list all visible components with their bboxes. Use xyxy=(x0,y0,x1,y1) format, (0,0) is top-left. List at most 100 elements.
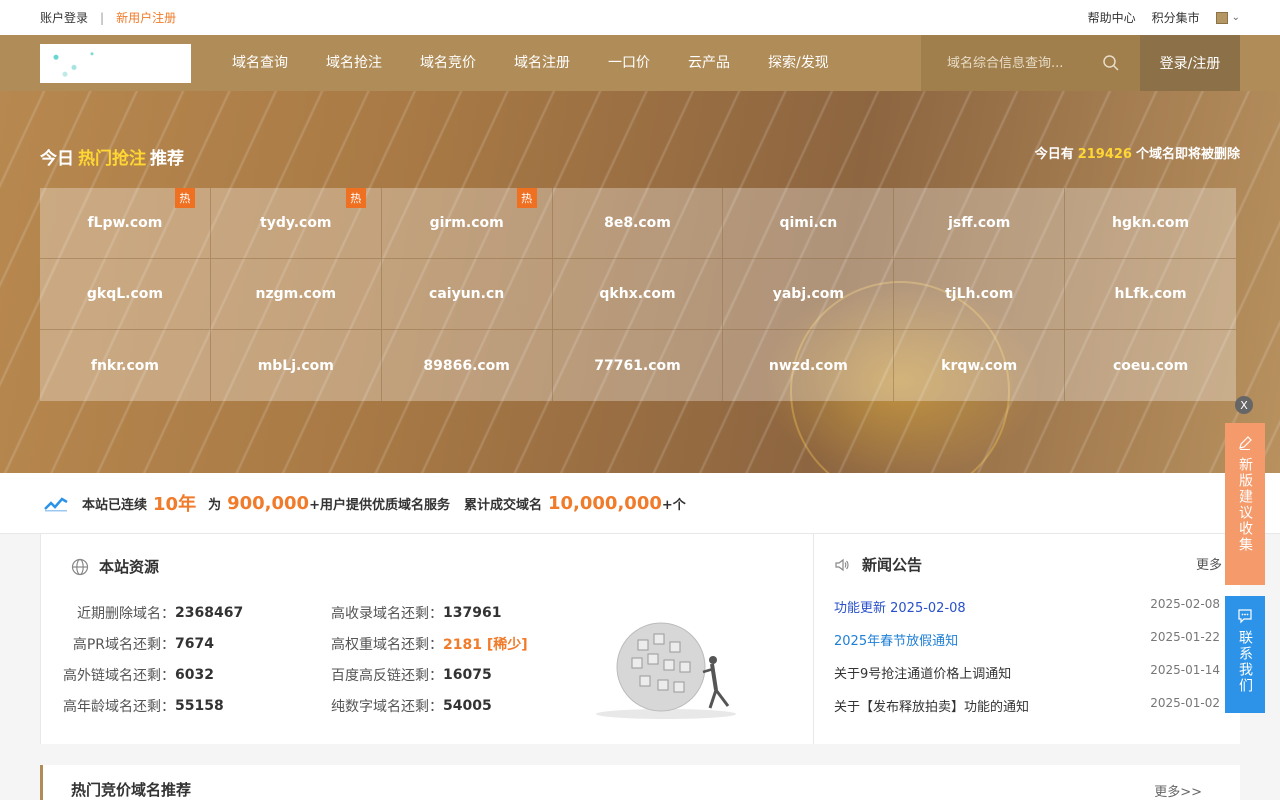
hero-title: 今日 热门抢注 推荐 xyxy=(40,149,184,169)
search-input[interactable] xyxy=(947,55,1097,71)
resource-label: 高权重域名还剩： xyxy=(331,636,443,653)
domain-cell[interactable]: qkhx.com xyxy=(552,259,724,330)
sphere-illustration xyxy=(596,622,736,719)
contact-us-button[interactable]: 联系我们 xyxy=(1225,596,1265,713)
domain-name: qkhx.com xyxy=(599,286,676,302)
points-mall-link[interactable]: 积分集市 xyxy=(1152,9,1200,26)
domain-cell[interactable]: nzgm.com xyxy=(210,259,382,330)
domain-cell[interactable]: caiyun.cn xyxy=(381,259,553,330)
nav-domain-snatch[interactable]: 域名抢注 xyxy=(307,35,401,91)
domain-name: nwzd.com xyxy=(768,357,848,374)
domain-cell[interactable]: nwzd.com xyxy=(723,330,895,401)
resource-row: 高年龄域名还剩： 55158 纯数字域名还剩： 54005 xyxy=(41,690,528,721)
news-header: 新闻公告 xyxy=(834,554,922,575)
resource-label: 高外链域名还剩： xyxy=(63,667,175,684)
nav-domain-register[interactable]: 域名注册 xyxy=(495,35,589,91)
news-title[interactable]: 功能更新 2025-02-08 xyxy=(834,597,966,616)
domain-name: 89866.com xyxy=(423,357,510,374)
feedback-label: 新版建议收集 xyxy=(1237,457,1253,553)
domain-cell[interactable]: jsff.com xyxy=(894,188,1066,259)
hot-badge: 热 xyxy=(174,188,195,208)
resource-value[interactable]: 6032 xyxy=(175,667,309,683)
hot-auction-more-link[interactable]: 更多>> xyxy=(1154,781,1202,800)
contact-label: 联系我们 xyxy=(1237,630,1253,694)
resource-row: 高PR域名还剩： 7674 高权重域名还剩： 2181 [稀少] xyxy=(41,628,528,659)
news-item[interactable]: 功能更新 2025-02-08 2025-02-08 xyxy=(834,597,1220,616)
hot-domain-grid: fLpw.com 热 tydy.com 热 girm.com 热 8e8.com qimi.c… xyxy=(40,188,1236,401)
search-box xyxy=(921,35,1140,91)
domain-name: mbLj.com xyxy=(257,357,334,374)
theme-switcher[interactable]: ⌄ xyxy=(1215,11,1240,24)
nav-menu: 域名查询 域名抢注 域名竞价 域名注册 一口价 云产品 探索/发现 xyxy=(213,35,848,91)
resource-value[interactable]: 54005 xyxy=(443,698,492,714)
news-item[interactable]: 关于9号抢注通道价格上调通知 2025-01-14 xyxy=(834,663,1220,682)
resource-value[interactable]: 7674 xyxy=(175,636,309,652)
site-stats-bar: 本站已连续 10年 为 900,000 +用户提供优质域名服务 累计成交域名 10,0… xyxy=(0,473,1280,534)
resource-label: 纯数字域名还剩： xyxy=(331,698,443,715)
news-item[interactable]: 2025年春节放假通知 2025-01-22 xyxy=(834,630,1220,649)
news-item[interactable]: 关于【发布释放拍卖】功能的通知 2025-01-02 xyxy=(834,696,1220,715)
resource-value[interactable]: 2181 [稀少] xyxy=(443,634,528,654)
help-center-link[interactable]: 帮助中心 xyxy=(1088,9,1136,26)
domain-cell[interactable]: girm.com 热 xyxy=(381,188,553,259)
domain-name: tjLh.com xyxy=(945,286,1014,302)
expiring-count: 今日有 219426 个域名即将被删除 xyxy=(1034,147,1240,162)
domain-cell[interactable]: mbLj.com xyxy=(210,330,382,401)
domain-name: hLfk.com xyxy=(1114,286,1187,302)
domain-cell[interactable]: 77761.com xyxy=(552,330,724,401)
nav-fixed-price[interactable]: 一口价 xyxy=(589,35,669,91)
login-link[interactable]: 账户登录 xyxy=(40,9,88,26)
domain-cell[interactable]: gkqL.com xyxy=(40,259,211,330)
resource-value[interactable]: 2368467 xyxy=(175,605,309,621)
chevron-down-icon: ⌄ xyxy=(1231,12,1240,23)
resource-value[interactable]: 137961 xyxy=(443,605,501,621)
register-link[interactable]: 新用户注册 xyxy=(116,9,176,26)
domain-name: 77761.com xyxy=(594,357,681,374)
news-date: 2025-01-14 xyxy=(1150,663,1220,677)
domain-cell[interactable]: fnkr.com xyxy=(40,330,211,401)
domain-cell[interactable]: 8e8.com xyxy=(552,188,724,259)
resource-value[interactable]: 16075 xyxy=(443,667,492,683)
trend-chart-icon xyxy=(44,497,68,512)
resources-list: 近期删除域名： 2368467 高收录域名还剩： 137961 高PR域名还剩： 7674… xyxy=(41,597,528,721)
news-title[interactable]: 关于【发布释放拍卖】功能的通知 xyxy=(834,696,1029,715)
domain-cell[interactable]: yabj.com xyxy=(723,259,895,330)
nav-explore[interactable]: 探索/发现 xyxy=(749,35,848,91)
nav-domain-query[interactable]: 域名查询 xyxy=(213,35,307,91)
domain-cell[interactable]: hgkn.com xyxy=(1065,188,1236,259)
news-date: 2025-02-08 xyxy=(1150,597,1220,611)
close-icon[interactable]: X xyxy=(1235,396,1253,414)
resource-value[interactable]: 55158 xyxy=(175,698,309,714)
resource-row: 近期删除域名： 2368467 高收录域名还剩： 137961 xyxy=(41,597,528,628)
news-title[interactable]: 关于9号抢注通道价格上调通知 xyxy=(834,663,1011,682)
domain-name: nzgm.com xyxy=(255,286,337,302)
news-title[interactable]: 2025年春节放假通知 xyxy=(834,630,958,649)
hot-auction-section: 热门竞价域名推荐 更多>> xyxy=(40,765,1240,800)
domain-name: coeu.com xyxy=(1112,357,1189,374)
nav-domain-auction[interactable]: 域名竞价 xyxy=(401,35,495,91)
domain-name: girm.com xyxy=(429,215,504,231)
globe-icon xyxy=(71,558,89,575)
domain-cell[interactable]: hLfk.com xyxy=(1065,259,1236,330)
domain-cell[interactable]: krqw.com xyxy=(894,330,1066,401)
domain-cell[interactable]: 89866.com xyxy=(381,330,553,401)
domain-name: 8e8.com xyxy=(604,215,671,231)
domain-cell[interactable]: tjLh.com xyxy=(894,259,1066,330)
site-logo[interactable] xyxy=(40,43,191,83)
hot-badge: 热 xyxy=(345,188,366,208)
domain-cell[interactable]: fLpw.com 热 xyxy=(40,188,211,259)
news-more-link[interactable]: 更多 xyxy=(1196,554,1222,573)
divider: | xyxy=(100,10,105,25)
resources-header: 本站资源 xyxy=(71,556,159,577)
search-icon[interactable] xyxy=(1102,54,1120,72)
nav-cloud-products[interactable]: 云产品 xyxy=(669,35,749,91)
domain-cell[interactable]: qimi.cn xyxy=(723,188,895,259)
domain-name: tydy.com xyxy=(260,215,332,231)
domain-name: hgkn.com xyxy=(1112,215,1190,231)
login-register-button[interactable]: 登录/注册 xyxy=(1140,35,1240,91)
feedback-button[interactable]: 新版建议收集 xyxy=(1225,423,1265,585)
domain-cell[interactable]: coeu.com xyxy=(1065,330,1236,401)
domain-cell[interactable]: tydy.com 热 xyxy=(210,188,382,259)
edit-icon xyxy=(1239,436,1252,450)
domain-name: fLpw.com xyxy=(87,215,163,231)
